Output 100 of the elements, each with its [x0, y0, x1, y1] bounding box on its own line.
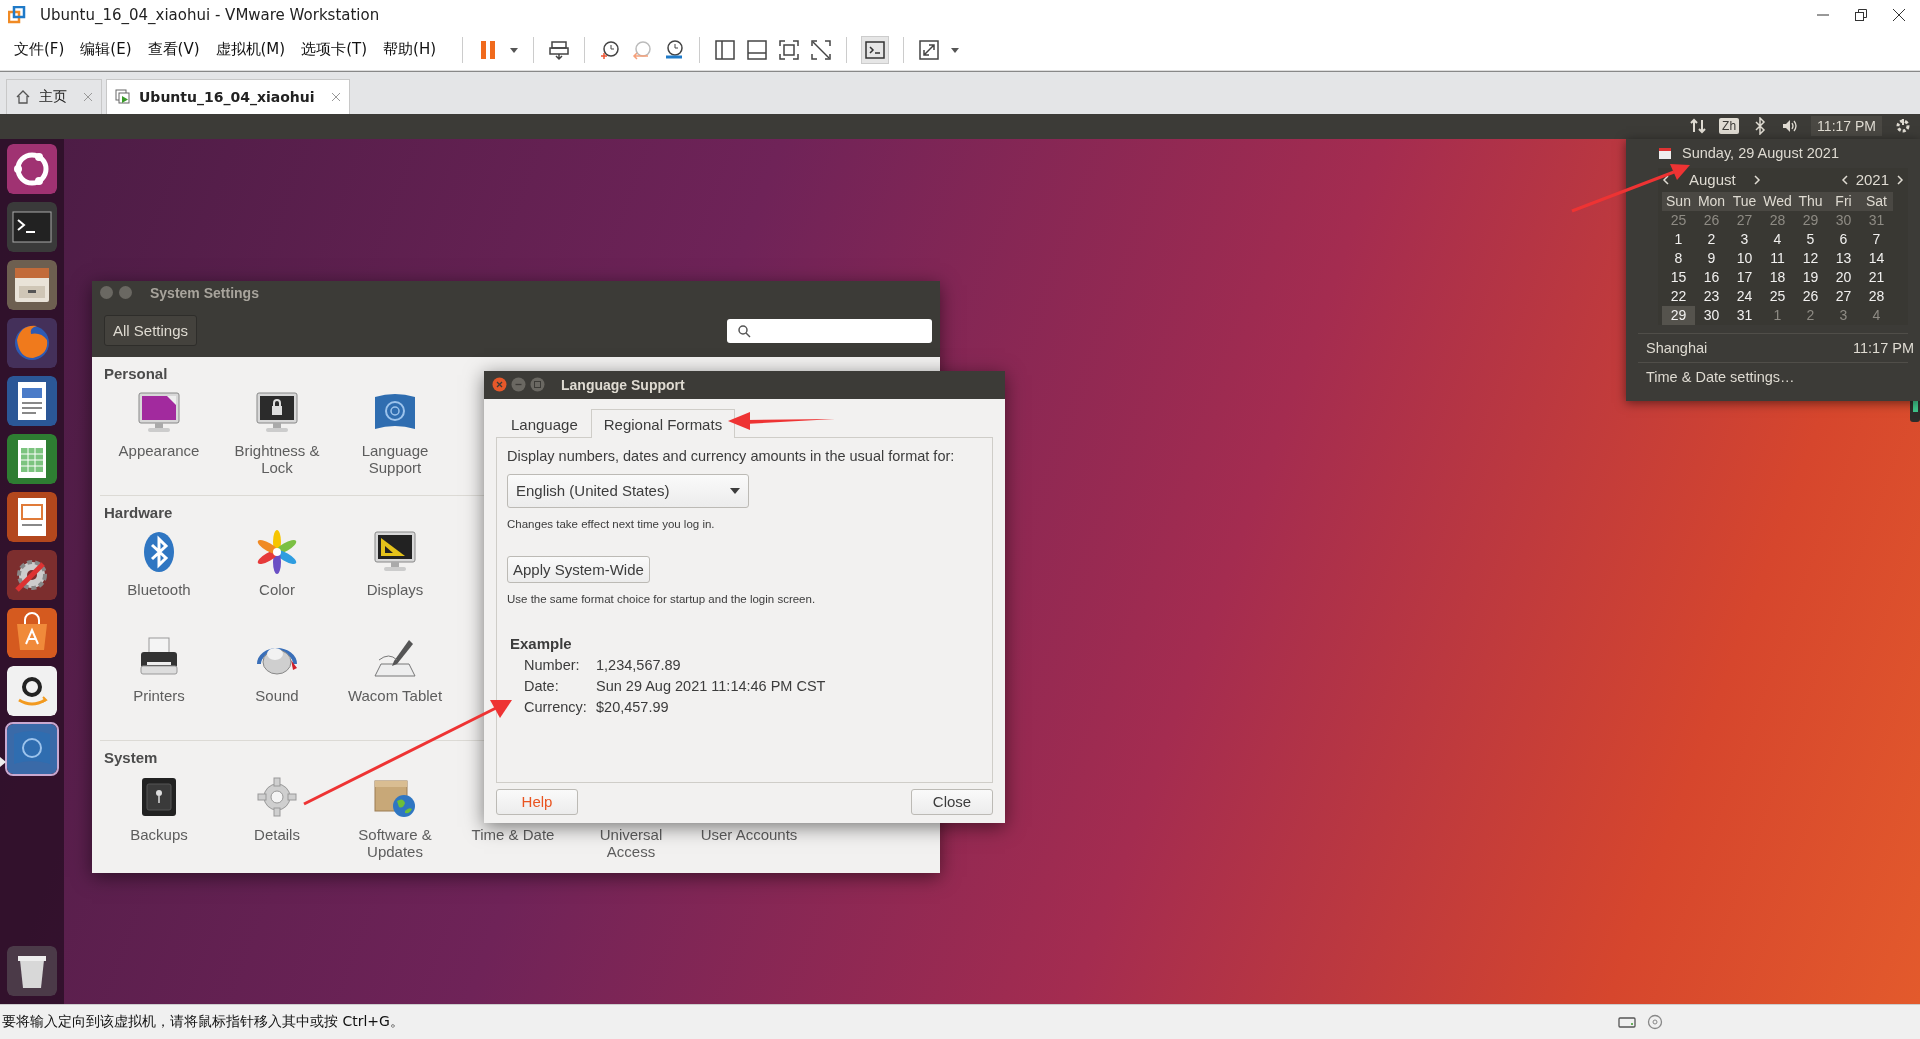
all-settings-button[interactable]: All Settings: [104, 315, 198, 347]
settings-item[interactable]: Bluetooth: [100, 527, 218, 628]
location-name[interactable]: Shanghai: [1646, 339, 1708, 356]
calendar-day[interactable]: 12: [1794, 248, 1827, 268]
send-keys-icon[interactable]: [548, 38, 570, 61]
chevron-right-icon[interactable]: [1897, 174, 1904, 185]
weekday-heading: Fri: [1827, 191, 1860, 211]
calendar-day[interactable]: 7: [1860, 229, 1893, 249]
calendar-day[interactable]: 25: [1761, 286, 1794, 306]
keyboard-indicator[interactable]: Zh: [1719, 118, 1740, 135]
close-icon[interactable]: [1892, 7, 1906, 22]
calendar-day[interactable]: 11: [1761, 248, 1794, 268]
calendar-day[interactable]: 29: [1794, 210, 1827, 230]
clock-icon[interactable]: [599, 38, 621, 61]
settings-item[interactable]: Appearance: [100, 388, 218, 489]
sidebar-icon[interactable]: [714, 38, 736, 61]
settings-item[interactable]: Sound: [218, 633, 336, 734]
calendar-day[interactable]: 6: [1827, 229, 1860, 249]
file-cabinet-icon[interactable]: [7, 259, 57, 310]
apply-button[interactable]: Apply System-Wide: [507, 555, 650, 583]
calendar-day[interactable]: 23: [1695, 286, 1728, 306]
settings-item[interactable]: Software & Updates: [336, 772, 454, 873]
menu-item[interactable]: 选项卡(T): [293, 36, 376, 64]
disc-icon[interactable]: [1646, 1014, 1664, 1031]
presentation-icon[interactable]: [7, 491, 57, 542]
calendar-day[interactable]: 17: [1728, 267, 1761, 287]
calendar-day[interactable]: 9: [1695, 248, 1728, 268]
calendar-day[interactable]: 30: [1827, 210, 1860, 230]
calendar-day[interactable]: 20: [1827, 267, 1860, 287]
calendar-day[interactable]: 22: [1662, 286, 1695, 306]
calendar-day[interactable]: 19: [1794, 267, 1827, 287]
window-title: Ubuntu_16_04_xiaohui - VMware Workstation: [40, 5, 381, 24]
network-arrows-icon[interactable]: [1689, 117, 1708, 136]
month-label: August: [1689, 171, 1736, 189]
calendar-day[interactable]: 4: [1761, 229, 1794, 249]
calendar-day[interactable]: 18: [1761, 267, 1794, 287]
calendar-day[interactable]: 14: [1860, 248, 1893, 268]
settings-item[interactable]: Language Support: [336, 388, 454, 489]
menu-item[interactable]: 编辑(E): [72, 36, 140, 64]
calendar-day[interactable]: 16: [1695, 267, 1728, 287]
chevron-right-icon[interactable]: [1753, 174, 1761, 185]
settings-item[interactable]: Wacom Tablet: [336, 633, 454, 734]
tab[interactable]: Regional Formats: [590, 408, 736, 438]
calendar-day[interactable]: 29: [1662, 305, 1695, 325]
prompt-text: Display numbers, dates and currency amounts in the usual format for:: [507, 447, 955, 464]
calendar-day[interactable]: 13: [1827, 248, 1860, 268]
ubuntu-logo-icon[interactable]: [7, 143, 57, 194]
menu-item[interactable]: 虚拟机(M): [207, 36, 294, 64]
settings-item[interactable]: Color: [218, 527, 336, 628]
settings-item[interactable]: Displays: [336, 527, 454, 628]
calendar-day[interactable]: 28: [1761, 210, 1794, 230]
calendar-day[interactable]: 3: [1728, 229, 1761, 249]
calendar-day[interactable]: 30: [1695, 305, 1728, 325]
chevron-left-icon[interactable]: [1840, 174, 1848, 185]
settings-item[interactable]: Brightness & Lock: [218, 388, 336, 489]
calendar-day[interactable]: 24: [1728, 286, 1761, 306]
clock-icon[interactable]: [663, 38, 685, 61]
calendar-day[interactable]: 1: [1662, 229, 1695, 249]
settings-icon[interactable]: [7, 549, 57, 600]
clock[interactable]: 11:17 PM: [1811, 116, 1882, 137]
search-field[interactable]: [727, 318, 932, 343]
calendar-day[interactable]: 3: [1827, 305, 1860, 325]
chevron-left-icon[interactable]: [1662, 174, 1669, 185]
calendar-day[interactable]: 28: [1860, 286, 1893, 306]
trash-icon[interactable]: [7, 946, 57, 997]
shopping-bag-icon[interactable]: [7, 607, 57, 658]
no-fullscreen-icon[interactable]: [810, 38, 832, 61]
browser-icon[interactable]: [7, 317, 57, 368]
terminal-icon[interactable]: [7, 201, 57, 252]
menu-item[interactable]: 文件(F): [6, 36, 73, 64]
fullscreen-icon[interactable]: [778, 38, 800, 61]
tab[interactable]: Language: [498, 408, 591, 438]
settings-link[interactable]: Time & Date settings…: [1646, 368, 1795, 385]
format-dropdown[interactable]: English (United States): [507, 473, 749, 508]
console-icon[interactable]: [861, 35, 889, 64]
settings-item[interactable]: Details: [218, 772, 336, 873]
resize-icon[interactable]: [918, 38, 940, 61]
calendar-day[interactable]: 5: [1794, 229, 1827, 249]
settings-item[interactable]: Printers: [100, 633, 218, 734]
document-icon[interactable]: [7, 375, 57, 426]
calendar-day[interactable]: 21: [1860, 267, 1893, 287]
calendar-day[interactable]: 26: [1794, 286, 1827, 306]
panel-icon[interactable]: [746, 38, 768, 61]
close-button[interactable]: Close: [911, 788, 993, 815]
flag-icon[interactable]: [7, 723, 57, 774]
calendar-day[interactable]: 31: [1728, 305, 1761, 325]
spreadsheet-icon[interactable]: [7, 433, 57, 484]
calendar-day[interactable]: 26: [1695, 210, 1728, 230]
tab[interactable]: 主页: [6, 78, 102, 114]
calendar-day[interactable]: 8: [1662, 248, 1695, 268]
calendar-day[interactable]: 15: [1662, 267, 1695, 287]
restore-icon[interactable]: [1854, 7, 1868, 22]
calendar-day[interactable]: 2: [1695, 229, 1728, 249]
settings-item[interactable]: Backups: [100, 772, 218, 873]
weekday-heading: Tue: [1728, 191, 1761, 211]
calendar-day[interactable]: 10: [1728, 248, 1761, 268]
tab[interactable]: Ubuntu_16_04_xiaohui: [106, 78, 350, 114]
menu-item[interactable]: 帮助(H): [375, 36, 444, 64]
menu-item[interactable]: 查看(V): [139, 36, 208, 64]
calendar-day[interactable]: 27: [1827, 286, 1860, 306]
